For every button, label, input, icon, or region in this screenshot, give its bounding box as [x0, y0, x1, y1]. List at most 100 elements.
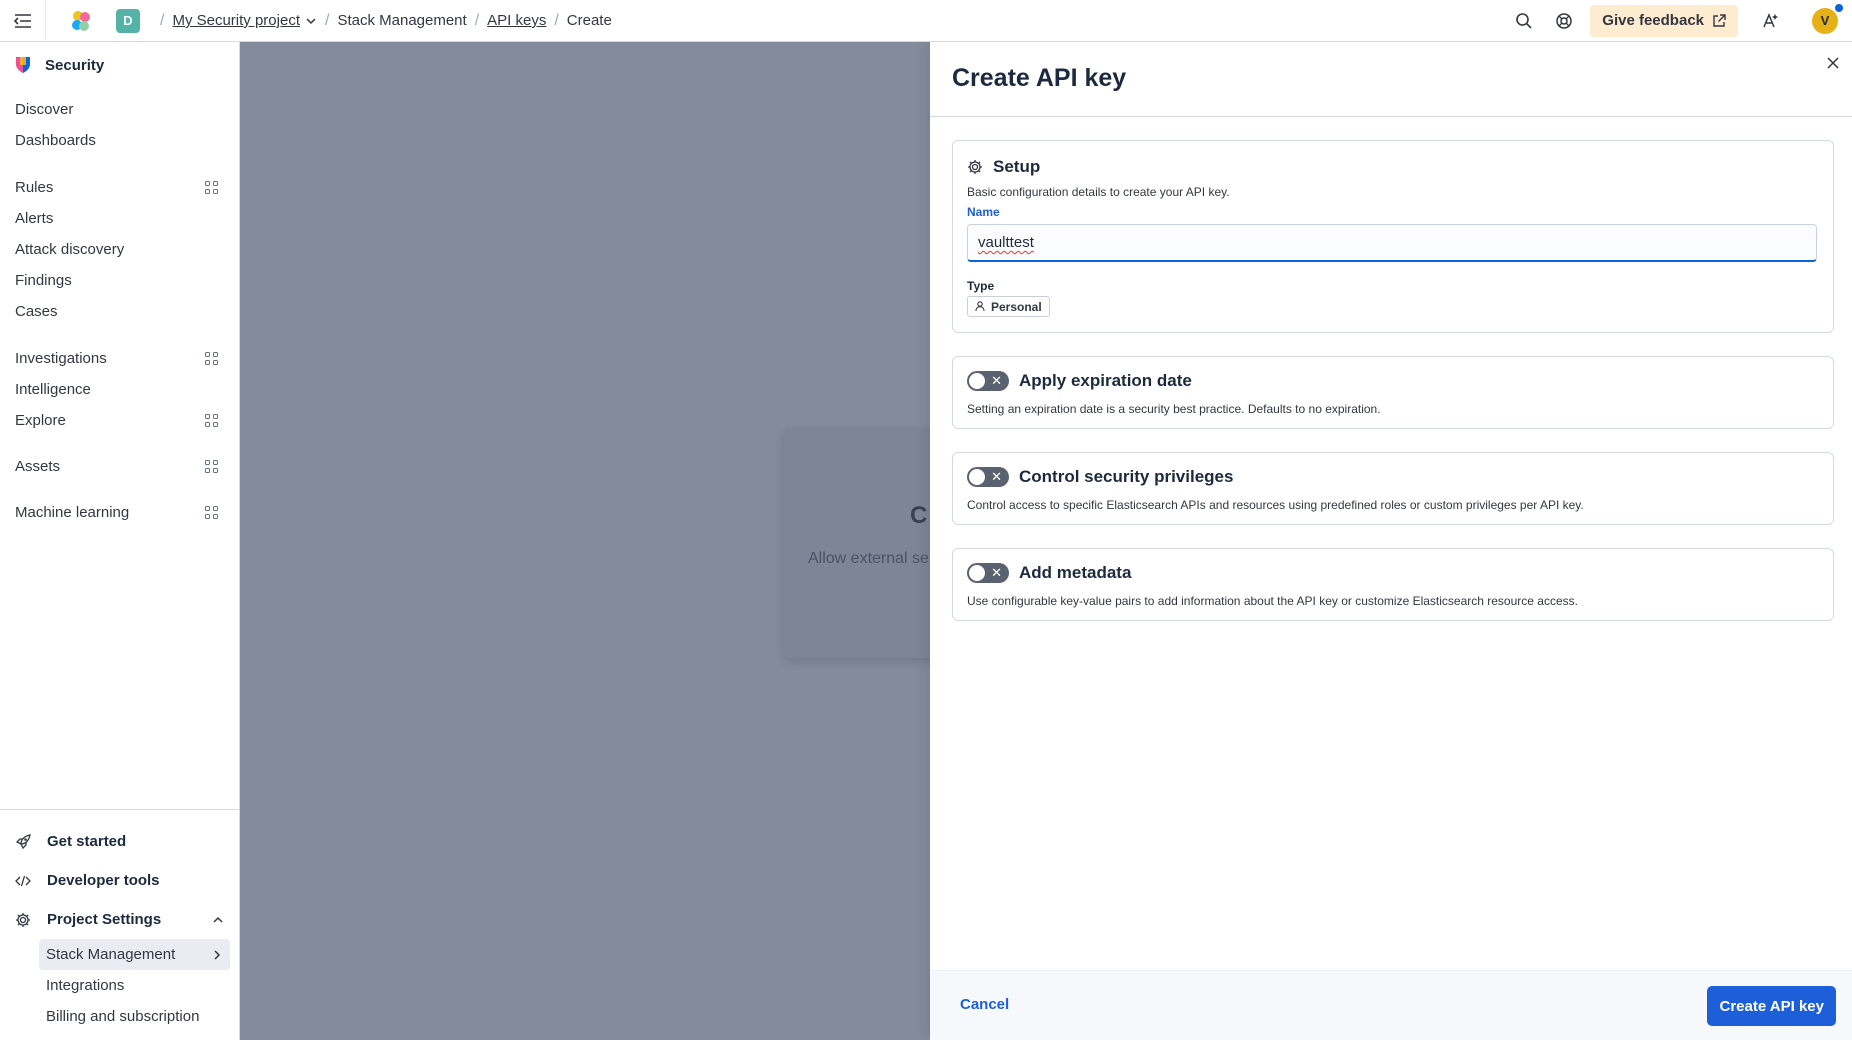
- sidebar-item-findings[interactable]: Findings: [0, 265, 239, 296]
- help-button[interactable]: [1544, 0, 1584, 42]
- background-card-text: Allow external se: [808, 550, 929, 567]
- switch-knob: [968, 372, 986, 390]
- sidebar-item-discover[interactable]: Discover: [0, 94, 239, 125]
- metadata-toggle-row: ✕ Add metadata: [967, 563, 1131, 583]
- close-flyout-button[interactable]: [1822, 52, 1844, 74]
- create-api-key-button[interactable]: Create API key: [1707, 986, 1836, 1026]
- expiration-toggle-row: ✕ Apply expiration date: [967, 371, 1192, 391]
- expiration-panel: ✕ Apply expiration date Setting an expir…: [952, 356, 1834, 429]
- sidebar-item-integrations[interactable]: Integrations: [39, 970, 230, 1001]
- chevron-down-icon[interactable]: [305, 15, 317, 27]
- elastic-logo[interactable]: [46, 9, 116, 33]
- divider: [930, 116, 1852, 117]
- sidebar-item-explore[interactable]: Explore: [0, 405, 239, 436]
- sidebar-item-label: Project Settings: [47, 911, 162, 928]
- background-card: [784, 428, 930, 658]
- sidebar-item-label: Billing and subscription: [46, 1008, 200, 1025]
- ai-assistant-icon: [1763, 12, 1778, 27]
- expiration-description: Setting an expiration date is a security…: [967, 402, 1381, 416]
- sidebar-item-label: Integrations: [46, 977, 125, 994]
- elastic-logo-icon: [72, 10, 90, 31]
- sidebar-item-assets[interactable]: Assets: [0, 451, 239, 482]
- nav-group-5: Machine learning: [0, 497, 239, 528]
- sidebar-item-project-settings[interactable]: Project Settings: [0, 900, 239, 939]
- side-navigation: Security Discover Dashboards Rules Alert…: [0, 42, 240, 1040]
- breadcrumb-separator: /: [160, 11, 165, 29]
- sidebar-item-label: Machine learning: [15, 504, 130, 521]
- metadata-switch[interactable]: ✕: [967, 563, 1009, 583]
- sidebar-item-label: Investigations: [15, 350, 107, 367]
- search-icon: [1516, 12, 1532, 29]
- breadcrumb-api-keys[interactable]: API keys: [487, 12, 546, 29]
- apps-grid-icon[interactable]: [205, 351, 219, 366]
- sidebar-item-billing[interactable]: Billing and subscription: [39, 1001, 230, 1032]
- header-actions: Give feedback V: [1504, 0, 1852, 42]
- setup-panel: Setup Basic configuration details to cre…: [952, 140, 1834, 333]
- breadcrumb-separator: /: [325, 11, 330, 29]
- chevron-right-icon: [214, 949, 221, 960]
- breadcrumb: / My Security project / Stack Management…: [152, 12, 612, 30]
- sidebar-item-label: Explore: [15, 412, 66, 429]
- sidebar-item-attack-discovery[interactable]: Attack discovery: [0, 234, 239, 265]
- gear-icon: [16, 912, 30, 927]
- sidebar-item-label: Alerts: [15, 210, 54, 227]
- sidebar-title-label: Security: [45, 56, 105, 74]
- apps-grid-icon[interactable]: [205, 505, 219, 520]
- breadcrumb-separator: /: [474, 11, 480, 29]
- breadcrumb-project[interactable]: My Security project: [172, 12, 300, 29]
- sidebar-item-machine-learning[interactable]: Machine learning: [0, 497, 239, 528]
- breadcrumb-stack-management[interactable]: Stack Management: [337, 12, 466, 29]
- sidebar-title[interactable]: Security: [0, 42, 239, 88]
- name-field-label: Name: [967, 205, 1000, 219]
- external-link-icon: [1713, 13, 1726, 27]
- apps-grid-icon[interactable]: [205, 459, 219, 474]
- type-personal-badge[interactable]: Personal: [967, 296, 1050, 317]
- privileges-switch[interactable]: ✕: [967, 467, 1009, 487]
- nav-group-3: Investigations Intelligence Explore: [0, 343, 239, 436]
- sidebar-item-label: Get started: [47, 833, 127, 850]
- sidebar-item-label: Intelligence: [15, 381, 91, 398]
- expiration-switch[interactable]: ✕: [967, 371, 1009, 391]
- apps-grid-icon[interactable]: [205, 413, 219, 428]
- user-icon: [975, 301, 985, 312]
- security-logo-icon: [16, 57, 30, 73]
- sidebar-item-alerts[interactable]: Alerts: [0, 203, 239, 234]
- rocket-icon: [15, 833, 31, 849]
- flyout-footer: Cancel Create API key: [930, 970, 1852, 1040]
- switch-knob: [968, 564, 986, 582]
- code-icon: [15, 875, 31, 886]
- chevron-up-icon[interactable]: [212, 914, 224, 926]
- give-feedback-button[interactable]: Give feedback: [1590, 4, 1738, 37]
- sidebar-item-intelligence[interactable]: Intelligence: [0, 374, 239, 405]
- name-field[interactable]: vaulttest: [967, 224, 1817, 262]
- name-field-value: vaulttest: [978, 234, 1034, 251]
- sidebar-item-label: Findings: [15, 272, 72, 289]
- sidebar-item-label: Attack discovery: [15, 241, 125, 258]
- ai-assistant-button[interactable]: [1750, 0, 1790, 42]
- sidebar-item-cases[interactable]: Cases: [0, 296, 239, 327]
- sidebar-item-label: Assets: [15, 458, 61, 475]
- modal-overlay[interactable]: C Allow external se: [240, 42, 930, 1040]
- type-value: Personal: [991, 299, 1042, 314]
- space-avatar[interactable]: D: [116, 8, 140, 33]
- sidebar-item-dashboards[interactable]: Dashboards: [0, 125, 239, 156]
- sidebar-item-developer-tools[interactable]: Developer tools: [0, 861, 239, 900]
- nav-group-1: Discover Dashboards: [0, 94, 239, 156]
- help-icon: [1556, 12, 1573, 29]
- sidebar-item-stack-management[interactable]: Stack Management: [39, 939, 230, 970]
- apps-grid-icon[interactable]: [205, 180, 219, 195]
- sidebar-item-investigations[interactable]: Investigations: [0, 343, 239, 374]
- privileges-title: Control security privileges: [1019, 467, 1234, 486]
- collapse-nav-button[interactable]: [0, 0, 46, 42]
- privileges-toggle-row: ✕ Control security privileges: [967, 467, 1233, 487]
- user-avatar[interactable]: V: [1812, 3, 1843, 34]
- sidebar-item-label: Rules: [15, 179, 54, 196]
- sidebar-item-get-started[interactable]: Get started: [0, 822, 239, 861]
- privileges-description: Control access to specific Elasticsearch…: [967, 498, 1584, 512]
- cancel-button[interactable]: Cancel: [960, 996, 1009, 1013]
- sidebar-item-label: Cases: [15, 303, 58, 320]
- flyout-title: Create API key: [952, 64, 1127, 92]
- switch-knob: [968, 468, 986, 486]
- sidebar-item-rules[interactable]: Rules: [0, 172, 239, 203]
- search-button[interactable]: [1504, 0, 1544, 42]
